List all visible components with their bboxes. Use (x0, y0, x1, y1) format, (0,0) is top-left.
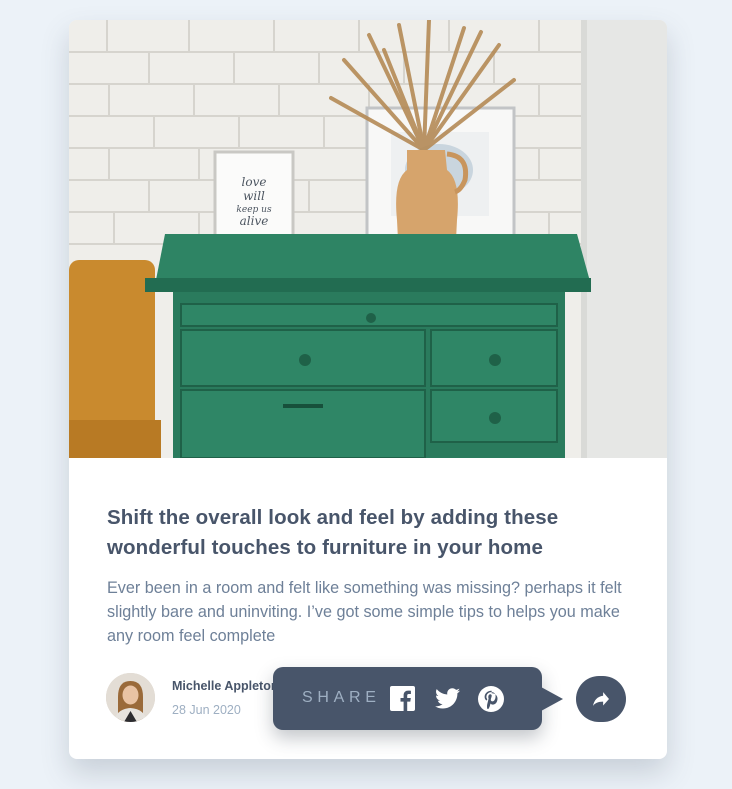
share-label: SHARE (302, 689, 381, 706)
author-avatar (106, 673, 155, 722)
author-name: Michelle Appleton (172, 679, 279, 693)
svg-text:love: love (242, 175, 267, 189)
article-image: love will keep us alive (69, 20, 667, 458)
post-date: 28 Jun 2020 (172, 703, 241, 717)
svg-text:will: will (243, 189, 265, 203)
article-text: Shift the overall look and feel by addin… (107, 503, 627, 648)
share-button[interactable] (576, 676, 626, 722)
twitter-icon[interactable] (434, 685, 461, 712)
svg-text:alive: alive (240, 214, 269, 228)
pinterest-icon[interactable] (477, 685, 504, 712)
facebook-icon[interactable] (389, 685, 416, 712)
article-card: love will keep us alive (69, 20, 667, 759)
share-arrow-icon (593, 692, 609, 706)
article-title[interactable]: Shift the overall look and feel by addin… (107, 503, 627, 563)
share-popup: SHARE (273, 667, 563, 730)
article-description: Ever been in a room and felt like someth… (107, 579, 622, 645)
